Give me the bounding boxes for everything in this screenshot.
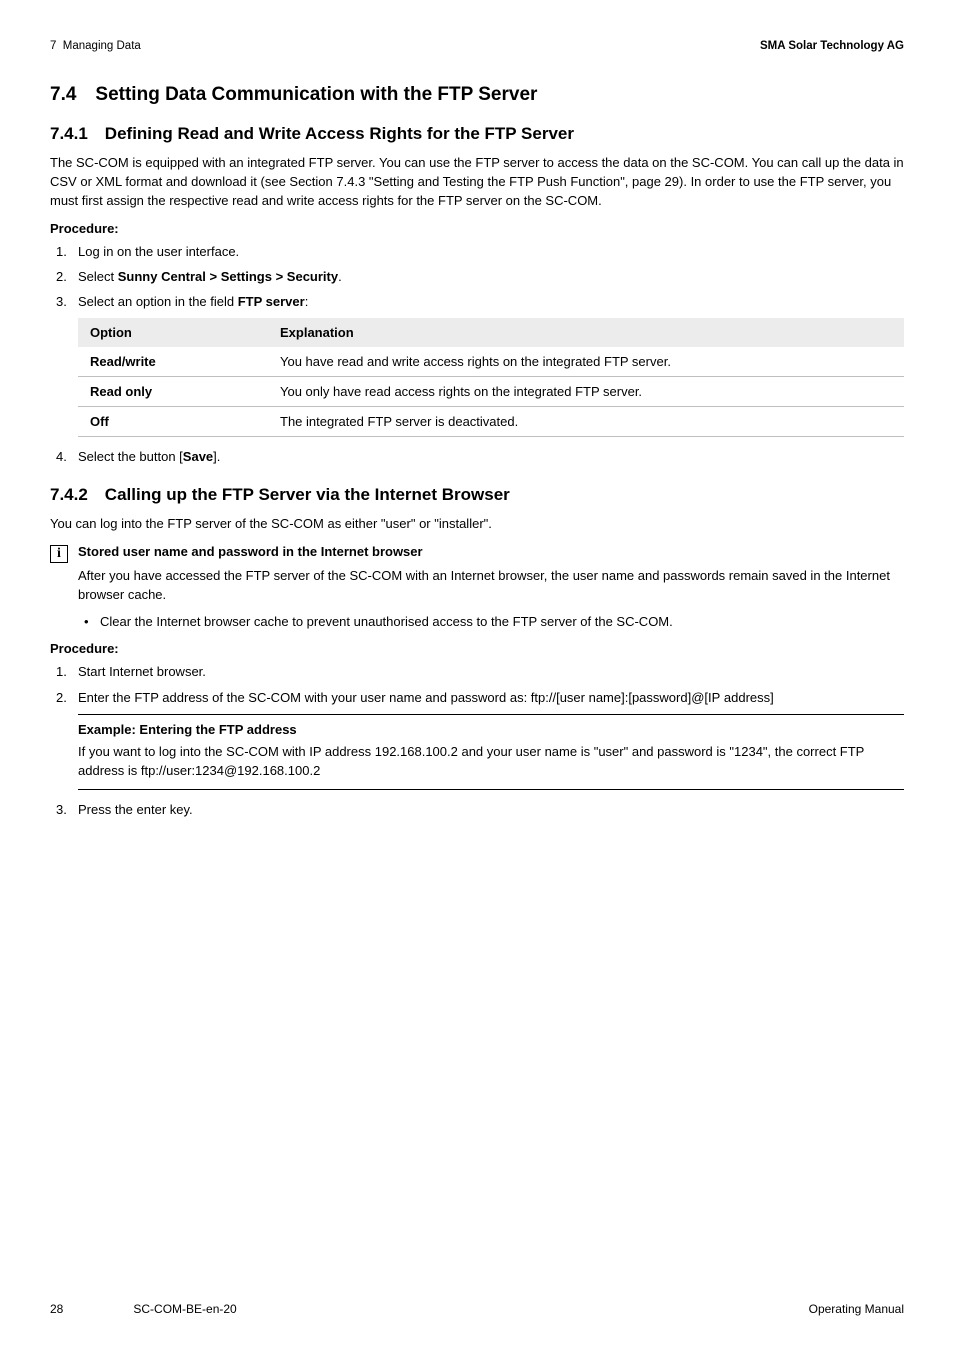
ftp-options-table: Option Explanation Read/write You have r… xyxy=(78,318,904,437)
info-icon: i xyxy=(50,545,68,563)
procedure-7-4-2: Start Internet browser. Enter the FTP ad… xyxy=(50,662,904,707)
table-header-row: Option Explanation xyxy=(78,318,904,347)
step-3: Press the enter key. xyxy=(70,800,904,820)
table-row: Off The integrated FTP server is deactiv… xyxy=(78,406,904,436)
step-text: . xyxy=(338,269,342,284)
step-2: Enter the FTP address of the SC-COM with… xyxy=(70,688,904,708)
info-bullet: Clear the Internet browser cache to prev… xyxy=(94,613,904,632)
page-header: 7 Managing Data SMA Solar Technology AG xyxy=(50,40,904,52)
example-callout: Example: Entering the FTP address If you… xyxy=(78,714,904,791)
footer-manual: Operating Manual xyxy=(809,1302,904,1316)
cell-explanation: The integrated FTP server is deactivated… xyxy=(268,406,904,436)
step-4: Select the button [Save]. xyxy=(70,447,904,467)
procedure-label: Procedure: xyxy=(50,221,904,236)
cell-explanation: You have read and write access rights on… xyxy=(268,347,904,377)
header-right: SMA Solar Technology AG xyxy=(760,40,904,52)
cell-option: Read/write xyxy=(78,347,268,377)
header-left: 7 Managing Data xyxy=(50,40,141,52)
step-text: Select an option in the field xyxy=(78,294,238,309)
procedure-label: Procedure: xyxy=(50,641,904,656)
example-title: Example: Entering the FTP address xyxy=(78,722,904,737)
section-7-4-heading: 7.4 Setting Data Communication with the … xyxy=(50,84,904,106)
step-text: Select the button [ xyxy=(78,449,183,464)
footer-page-number: 28 xyxy=(50,1302,63,1316)
cell-option: Read only xyxy=(78,376,268,406)
step-bold: FTP server xyxy=(238,294,305,309)
table-row: Read only You only have read access righ… xyxy=(78,376,904,406)
section-7-4-2-heading: 7.4.2 Calling up the FTP Server via the … xyxy=(50,485,904,505)
section-7-4-1-heading: 7.4.1 Defining Read and Write Access Rig… xyxy=(50,124,904,144)
step-1: Log in on the user interface. xyxy=(70,242,904,262)
step-bold: Sunny Central > Settings > Security xyxy=(118,269,338,284)
procedure-7-4-1: Log in on the user interface. Select Sun… xyxy=(50,242,904,312)
col-option: Option xyxy=(78,318,268,347)
example-body: If you want to log into the SC-COM with … xyxy=(78,743,904,781)
step-text: Select xyxy=(78,269,118,284)
info-body: After you have accessed the FTP server o… xyxy=(78,567,904,632)
table-row: Read/write You have read and write acces… xyxy=(78,347,904,377)
step-3: Select an option in the field FTP server… xyxy=(70,292,904,312)
step-text: : xyxy=(305,294,309,309)
col-explanation: Explanation xyxy=(268,318,904,347)
procedure-7-4-2-cont: Press the enter key. xyxy=(50,800,904,820)
section-7-4-2-intro: You can log into the FTP server of the S… xyxy=(50,515,904,534)
info-callout: i Stored user name and password in the I… xyxy=(50,544,904,632)
info-body-text: After you have accessed the FTP server o… xyxy=(78,567,904,605)
section-7-4-1-intro: The SC-COM is equipped with an integrate… xyxy=(50,154,904,211)
footer-doc-id: SC-COM-BE-en-20 xyxy=(133,1302,236,1316)
procedure-7-4-1-cont: Select the button [Save]. xyxy=(50,447,904,467)
step-text: ]. xyxy=(213,449,220,464)
page-footer: 28 SC-COM-BE-en-20 Operating Manual xyxy=(50,1302,904,1316)
step-bold: Save xyxy=(183,449,213,464)
step-2: Select Sunny Central > Settings > Securi… xyxy=(70,267,904,287)
cell-explanation: You only have read access rights on the … xyxy=(268,376,904,406)
info-bullets: Clear the Internet browser cache to prev… xyxy=(78,613,904,632)
info-title: Stored user name and password in the Int… xyxy=(78,544,904,559)
step-1: Start Internet browser. xyxy=(70,662,904,682)
page: 7 Managing Data SMA Solar Technology AG … xyxy=(0,0,954,1350)
cell-option: Off xyxy=(78,406,268,436)
